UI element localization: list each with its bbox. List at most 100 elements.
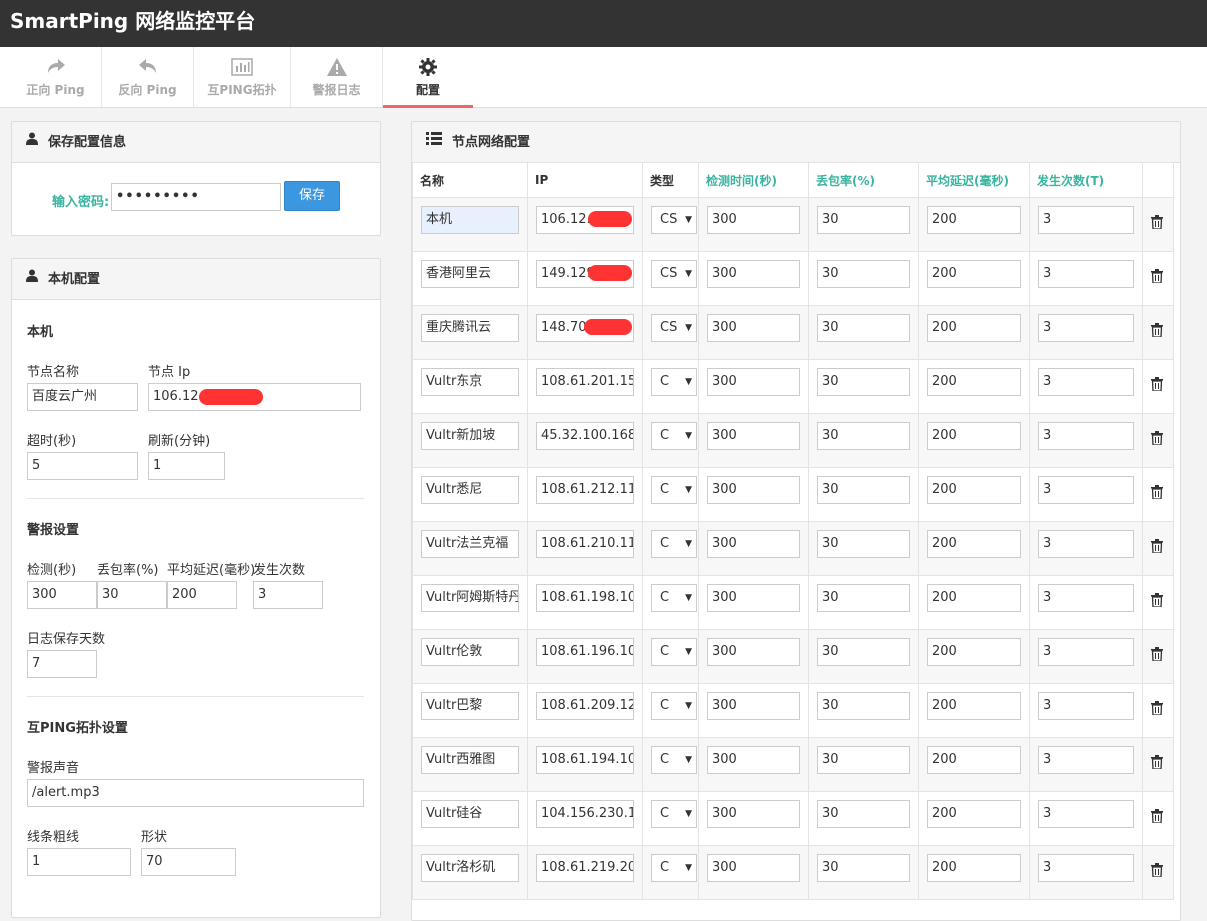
node-ip-input[interactable]: 108.61.209.127 xyxy=(536,692,634,720)
save-button[interactable]: 保存 xyxy=(284,181,340,211)
tab-ping-topology[interactable]: 互PING拓扑 xyxy=(194,47,291,107)
shape-input[interactable]: 70 xyxy=(141,848,236,876)
avg-delay-input[interactable]: 200 xyxy=(927,800,1021,828)
refresh-input[interactable]: 1 xyxy=(148,452,225,480)
detect-time-input[interactable]: 300 xyxy=(707,260,800,288)
detect-time-input[interactable]: 300 xyxy=(707,746,800,774)
node-ip-input[interactable]: 108.61.201.15 xyxy=(536,368,634,396)
loss-rate-input[interactable]: 30 xyxy=(817,314,910,342)
tab-reverse-ping[interactable]: 反向 Ping xyxy=(102,47,194,107)
node-ip-input[interactable]: 108.61.212.117 xyxy=(536,476,634,504)
line-width-input[interactable]: 1 xyxy=(27,848,131,876)
node-name-input[interactable]: 香港阿里云 xyxy=(421,260,519,288)
trash-icon[interactable] xyxy=(1151,863,1163,880)
avg-delay-input[interactable]: 200 xyxy=(927,368,1021,396)
detect-time-input[interactable]: 300 xyxy=(707,584,800,612)
node-name-input[interactable]: Vultr法兰克福 xyxy=(421,530,519,558)
node-name-input[interactable]: Vultr伦敦 xyxy=(421,638,519,666)
loss-rate-input[interactable]: 30 xyxy=(817,746,910,774)
type-select[interactable]: C ▼ xyxy=(651,530,697,558)
avg-delay-input[interactable]: 200 xyxy=(927,260,1021,288)
node-ip-input[interactable]: 108.61.194.105 xyxy=(536,746,634,774)
node-name-input[interactable]: Vultr硅谷 xyxy=(421,800,519,828)
occurrence-input[interactable]: 3 xyxy=(1038,800,1134,828)
loss-rate-input[interactable]: 30 xyxy=(817,800,910,828)
loss-rate-input[interactable]: 30 xyxy=(817,260,910,288)
detect-input[interactable]: 300 xyxy=(27,581,97,609)
trash-icon[interactable] xyxy=(1151,809,1163,826)
avg-delay-input[interactable]: 200 xyxy=(927,638,1021,666)
avg-delay-input[interactable]: 200 xyxy=(927,584,1021,612)
occurrence-input[interactable]: 3 xyxy=(1038,692,1134,720)
trash-icon[interactable] xyxy=(1151,485,1163,502)
node-name-input[interactable]: Vultr东京 xyxy=(421,368,519,396)
trash-icon[interactable] xyxy=(1151,647,1163,664)
node-ip-input[interactable]: 108.61.210.117 xyxy=(536,530,634,558)
occurrence-input[interactable]: 3 xyxy=(1038,476,1134,504)
node-ip-input[interactable]: 104.156.230.10 xyxy=(536,800,634,828)
type-select[interactable]: C ▼ xyxy=(651,584,697,612)
tab-alert-log[interactable]: 警报日志 xyxy=(291,47,383,107)
node-name-input[interactable]: Vultr悉尼 xyxy=(421,476,519,504)
trash-icon[interactable] xyxy=(1151,269,1163,286)
count-input[interactable]: 3 xyxy=(253,581,323,609)
node-name-input[interactable]: Vultr洛杉矶 xyxy=(421,854,519,882)
trash-icon[interactable] xyxy=(1151,377,1163,394)
type-select[interactable]: CS ▼ xyxy=(651,314,697,342)
type-select[interactable]: C ▼ xyxy=(651,368,697,396)
type-select[interactable]: C ▼ xyxy=(651,422,697,450)
detect-time-input[interactable]: 300 xyxy=(707,206,800,234)
detect-time-input[interactable]: 300 xyxy=(707,854,800,882)
trash-icon[interactable] xyxy=(1151,539,1163,556)
avg-delay-input[interactable]: 200 xyxy=(927,530,1021,558)
detect-time-input[interactable]: 300 xyxy=(707,638,800,666)
occurrence-input[interactable]: 3 xyxy=(1038,638,1134,666)
tab-config[interactable]: 配置 xyxy=(383,47,473,108)
node-name-input[interactable]: Vultr西雅图 xyxy=(421,746,519,774)
occurrence-input[interactable]: 3 xyxy=(1038,746,1134,774)
avg-delay-input[interactable]: 200 xyxy=(927,314,1021,342)
trash-icon[interactable] xyxy=(1151,431,1163,448)
node-name-input[interactable]: 本机 xyxy=(421,206,519,234)
type-select[interactable]: CS ▼ xyxy=(651,260,697,288)
avg-delay-input[interactable]: 200 xyxy=(927,476,1021,504)
node-name-input[interactable]: Vultr新加坡 xyxy=(421,422,519,450)
occurrence-input[interactable]: 3 xyxy=(1038,368,1134,396)
avg-delay-input[interactable]: 200 xyxy=(927,422,1021,450)
node-ip-input[interactable]: 108.61.219.200 xyxy=(536,854,634,882)
detect-time-input[interactable]: 300 xyxy=(707,692,800,720)
loss-rate-input[interactable]: 30 xyxy=(817,422,910,450)
tab-forward-ping[interactable]: 正向 Ping xyxy=(10,47,102,107)
occurrence-input[interactable]: 3 xyxy=(1038,260,1134,288)
trash-icon[interactable] xyxy=(1151,701,1163,718)
loss-rate-input[interactable]: 30 xyxy=(817,368,910,396)
occurrence-input[interactable]: 3 xyxy=(1038,530,1134,558)
node-name-input[interactable]: Vultr阿姆斯特丹 xyxy=(421,584,519,612)
loss-input[interactable]: 30 xyxy=(97,581,167,609)
loss-rate-input[interactable]: 30 xyxy=(817,530,910,558)
type-select[interactable]: CS ▼ xyxy=(651,206,697,234)
detect-time-input[interactable]: 300 xyxy=(707,368,800,396)
node-ip-input[interactable]: 45.32.100.168 xyxy=(536,422,634,450)
node-name-input[interactable]: 百度云广州 xyxy=(27,383,138,411)
avg-delay-input[interactable]: 200 xyxy=(927,746,1021,774)
type-select[interactable]: C ▼ xyxy=(651,638,697,666)
occurrence-input[interactable]: 3 xyxy=(1038,314,1134,342)
type-select[interactable]: C ▼ xyxy=(651,692,697,720)
password-input[interactable]: ••••••••• xyxy=(111,183,281,211)
loss-rate-input[interactable]: 30 xyxy=(817,638,910,666)
timeout-input[interactable]: 5 xyxy=(27,452,138,480)
detect-time-input[interactable]: 300 xyxy=(707,800,800,828)
detect-time-input[interactable]: 300 xyxy=(707,314,800,342)
node-name-input[interactable]: Vultr巴黎 xyxy=(421,692,519,720)
detect-time-input[interactable]: 300 xyxy=(707,422,800,450)
node-ip-input[interactable]: 108.61.196.101 xyxy=(536,638,634,666)
loss-rate-input[interactable]: 30 xyxy=(817,206,910,234)
trash-icon[interactable] xyxy=(1151,593,1163,610)
occurrence-input[interactable]: 3 xyxy=(1038,206,1134,234)
type-select[interactable]: C ▼ xyxy=(651,746,697,774)
node-ip-input[interactable]: 108.61.198.102 xyxy=(536,584,634,612)
loss-rate-input[interactable]: 30 xyxy=(817,692,910,720)
log-days-input[interactable]: 7 xyxy=(27,650,97,678)
trash-icon[interactable] xyxy=(1151,323,1163,340)
